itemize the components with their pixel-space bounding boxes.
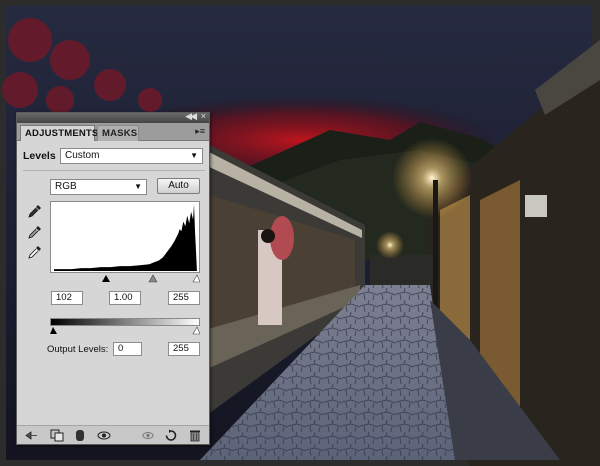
input-gamma-field[interactable]: 1.00 [109,291,141,305]
double-chevron-left-icon[interactable]: ◀◀ [185,111,197,122]
input-levels-slider[interactable] [50,274,200,284]
white-point-handle[interactable] [192,274,200,283]
panel-tabs: ADJUSTMENTS MASKS ▸≡ [17,123,209,141]
reset-icon[interactable] [164,429,178,442]
black-point-eyedropper-icon[interactable] [27,203,43,219]
output-black-handle[interactable] [50,327,57,334]
panel-title-bar[interactable]: ◀◀ × [17,111,209,123]
output-gradient [50,318,200,326]
histogram-graph [54,203,197,272]
chevron-down-icon: ▼ [134,182,142,191]
channel-value: RGB [55,181,77,192]
tab-masks[interactable]: MASKS [97,125,139,141]
gamma-handle[interactable] [148,274,158,283]
gray-point-eyedropper-icon[interactable] [27,224,43,240]
visibility-toggle-icon[interactable] [97,429,111,442]
panel-menu-icon[interactable]: ▸≡ [195,126,205,137]
delete-icon[interactable] [188,429,202,442]
output-levels-label: Output Levels: [47,344,109,355]
input-black-field[interactable]: 102 [51,291,83,305]
return-arrow-icon[interactable] [25,429,39,442]
channel-dropdown[interactable]: RGB ▼ [50,179,147,195]
white-point-eyedropper-icon[interactable] [27,244,43,260]
preset-value: Custom [65,150,100,161]
input-white-field[interactable]: 255 [168,291,200,305]
histogram [50,201,200,273]
adjustments-panel: ◀◀ × ADJUSTMENTS MASKS ▸≡ Levels Custom … [16,111,210,445]
auto-button[interactable]: Auto [157,178,200,194]
panel-bottom-toolbar [17,425,209,444]
close-icon[interactable]: × [201,111,206,121]
tab-adjustments[interactable]: ADJUSTMENTS [20,125,98,141]
view-previous-icon[interactable] [141,429,155,442]
output-black-field[interactable]: 0 [113,342,142,356]
divider [23,170,205,171]
output-white-handle[interactable] [192,326,200,335]
output-levels-slider[interactable] [50,326,200,335]
chevron-down-icon: ▼ [190,151,198,160]
output-white-field[interactable]: 255 [168,342,200,356]
levels-title: Levels [23,150,56,162]
preset-dropdown[interactable]: Custom ▼ [60,148,203,164]
clip-to-layer-icon[interactable] [50,429,64,442]
layer-mask-icon[interactable] [73,429,87,442]
black-point-handle[interactable] [102,275,110,282]
